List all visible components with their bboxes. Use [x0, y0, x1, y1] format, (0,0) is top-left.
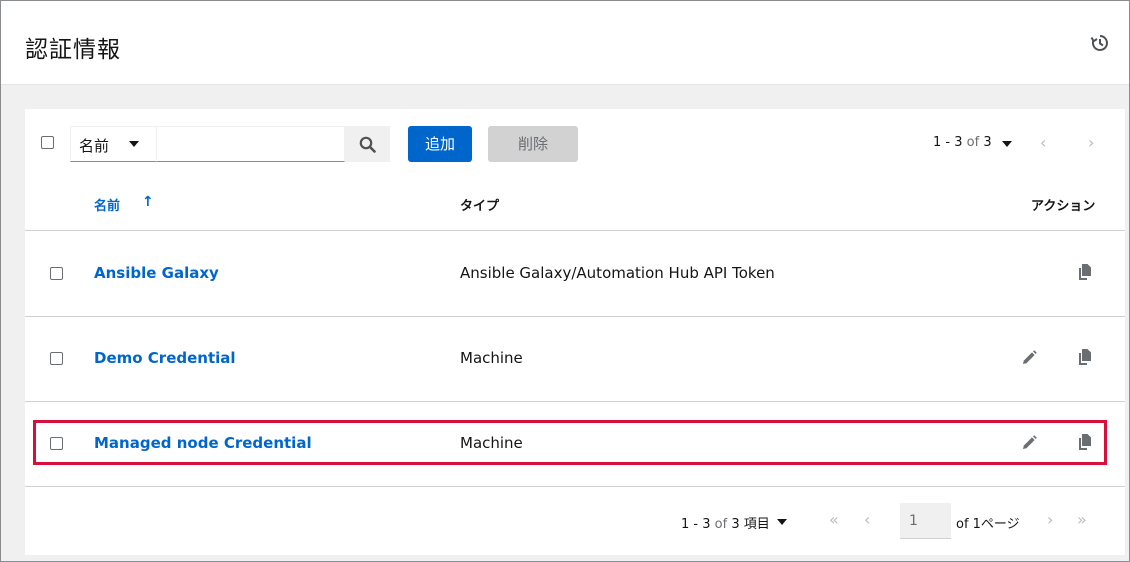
table-row: Managed node Credential Machine: [25, 402, 1125, 487]
bottom-pager-of: of: [714, 517, 728, 532]
copy-icon[interactable]: [1076, 263, 1094, 281]
page-header: 認証情報: [1, 1, 1129, 85]
of-pages-label: of 1ページ: [956, 517, 1020, 532]
table-header: 名前 ↑ タイプ アクション: [25, 177, 1125, 231]
page-number-input[interactable]: 1: [900, 503, 951, 539]
row-checkbox[interactable]: [50, 352, 63, 365]
bottom-pager-range: 1 - 3: [681, 517, 711, 532]
search-button[interactable]: [345, 126, 390, 162]
table-row: Ansible Galaxy Ansible Galaxy/Automation…: [25, 232, 1125, 317]
app-frame: 認証情報 名前 追加 削除 1 - 3 of 3 ‹ › 名前 ↑ タイプ アク…: [0, 0, 1130, 562]
pager-caret-down-icon[interactable]: [1002, 141, 1012, 147]
first-page-icon[interactable]: «: [829, 510, 839, 529]
bottom-pager-caret-icon[interactable]: [777, 519, 787, 525]
row-checkbox[interactable]: [50, 267, 63, 280]
toolbar: 名前 追加 削除 1 - 3 of 3 ‹ ›: [25, 109, 1125, 177]
next-page-icon[interactable]: ›: [1088, 133, 1094, 152]
bottom-pager-unit: 項目: [743, 517, 770, 532]
next-page-icon[interactable]: ›: [1047, 510, 1053, 529]
select-all-checkbox[interactable]: [41, 136, 54, 149]
filter-select[interactable]: 名前: [70, 126, 157, 162]
pencil-icon[interactable]: [1020, 349, 1038, 367]
caret-down-icon: [129, 141, 139, 147]
credential-type: Machine: [460, 434, 523, 452]
copy-icon[interactable]: [1076, 348, 1094, 366]
top-pager-toggle[interactable]: 1 - 3 of 3: [933, 135, 992, 150]
top-pager-of: of: [966, 135, 980, 150]
search-input[interactable]: [157, 126, 345, 162]
add-button[interactable]: 追加: [408, 126, 472, 162]
page-title: 認証情報: [25, 37, 121, 63]
column-header-name[interactable]: 名前: [94, 195, 120, 214]
credential-name-link[interactable]: Demo Credential: [94, 349, 236, 367]
credential-name-link[interactable]: Managed node Credential: [94, 434, 312, 452]
prev-page-icon[interactable]: ‹: [864, 510, 870, 529]
pencil-icon[interactable]: [1020, 434, 1038, 452]
credentials-card: 名前 追加 削除 1 - 3 of 3 ‹ › 名前 ↑ タイプ アクション A…: [25, 109, 1125, 555]
bottom-pagination: 1 - 3 of 3 項目 « ‹ 1 of 1ページ › »: [25, 487, 1125, 555]
copy-icon[interactable]: [1076, 433, 1094, 451]
column-header-type: タイプ: [460, 199, 500, 214]
prev-page-icon[interactable]: ‹: [1040, 133, 1046, 152]
credential-type: Ansible Galaxy/Automation Hub API Token: [460, 264, 775, 282]
credential-type: Machine: [460, 349, 523, 367]
top-pager-range: 1 - 3: [933, 135, 963, 150]
table-row: Demo Credential Machine: [25, 317, 1125, 402]
filter-select-label: 名前: [79, 137, 110, 155]
last-page-icon[interactable]: »: [1077, 510, 1087, 529]
history-icon[interactable]: [1090, 33, 1110, 53]
credential-name-link[interactable]: Ansible Galaxy: [94, 264, 219, 282]
row-checkbox[interactable]: [50, 437, 63, 450]
sort-ascending-icon[interactable]: ↑: [142, 194, 154, 210]
bottom-pager-total: 3: [731, 517, 740, 532]
delete-button[interactable]: 削除: [488, 126, 578, 162]
bottom-pager-toggle[interactable]: 1 - 3 of 3 項目: [681, 513, 770, 532]
search-icon: [359, 136, 376, 153]
column-header-actions: アクション: [1031, 199, 1096, 214]
top-pager-total: 3: [983, 135, 992, 150]
